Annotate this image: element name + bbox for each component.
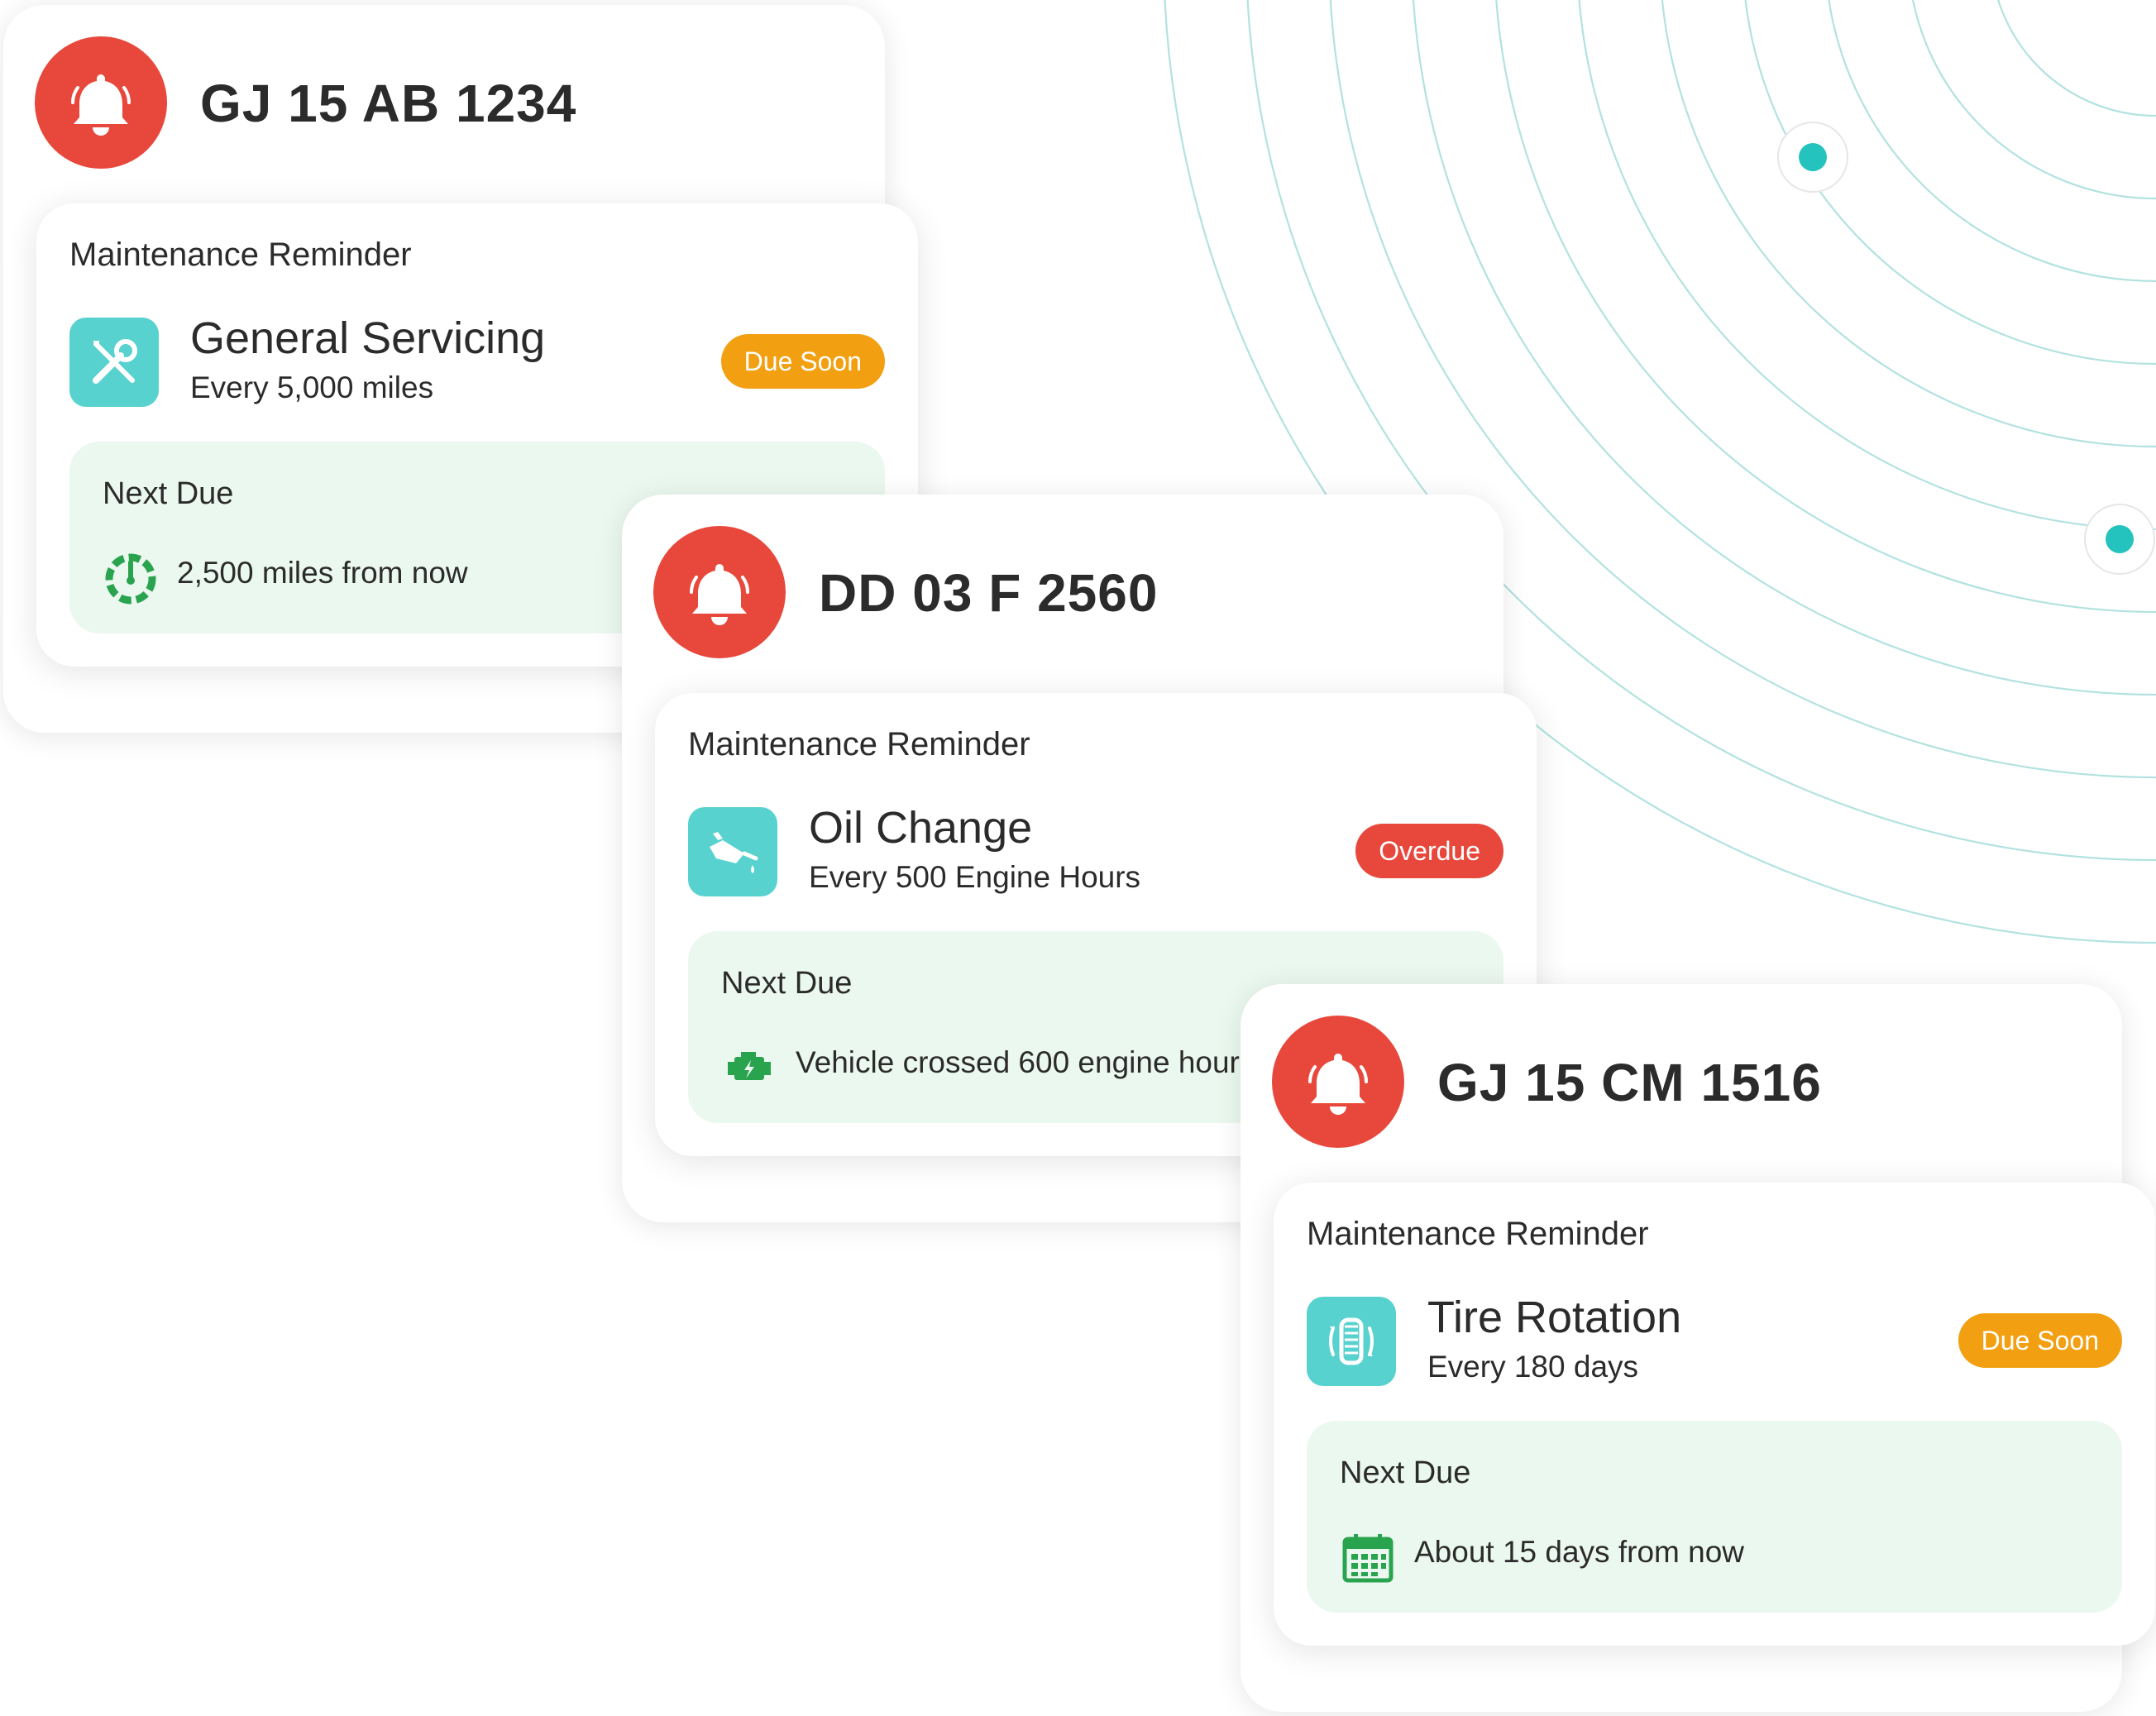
- section-label: Maintenance Reminder: [688, 726, 1030, 762]
- next-due-label: Next Due: [1340, 1455, 1471, 1490]
- oil-can-icon: [688, 807, 777, 896]
- speedometer-icon: [103, 551, 159, 607]
- status-badge: Due Soon: [720, 334, 885, 389]
- bell-icon: [653, 526, 786, 658]
- service-interval: Every 500 Engine Hours: [809, 860, 1141, 894]
- next-due-label: Next Due: [721, 966, 853, 1001]
- service-title: Oil Change: [809, 803, 1033, 853]
- engine-icon: [721, 1040, 777, 1097]
- service-interval: Every 5,000 miles: [190, 370, 434, 404]
- bell-icon: [1272, 1016, 1404, 1148]
- vehicle-card[interactable]: GJ 15 CM 1516 Maintenance Reminder Tire …: [1241, 984, 2155, 1712]
- orbit-dot: [2084, 504, 2155, 575]
- next-due-label: Next Due: [103, 476, 234, 511]
- next-due-value: Vehicle crossed 600 engine hours: [796, 1045, 1255, 1079]
- tire-rotation-icon: [1307, 1297, 1396, 1386]
- wrench-screwdriver-icon: [69, 318, 159, 407]
- service-title: Tire Rotation: [1427, 1293, 1682, 1342]
- license-plate: DD 03 F 2560: [819, 563, 1159, 623]
- maintenance-reminder-panel: Maintenance Reminder Tire Rotation Every…: [1274, 1183, 2155, 1646]
- license-plate: GJ 15 AB 1234: [200, 74, 577, 133]
- next-due-value: About 15 days from now: [1414, 1535, 1744, 1569]
- section-label: Maintenance Reminder: [1307, 1216, 1649, 1252]
- license-plate: GJ 15 CM 1516: [1437, 1053, 1822, 1112]
- bell-icon: [35, 36, 167, 169]
- service-title: General Servicing: [190, 313, 546, 363]
- section-label: Maintenance Reminder: [69, 237, 412, 273]
- status-badge: Due Soon: [1958, 1313, 2122, 1368]
- status-badge: Overdue: [1355, 824, 1503, 878]
- orbit-dot: [1777, 122, 1848, 193]
- next-due-value: 2,500 miles from now: [177, 556, 468, 590]
- calendar-icon: [1340, 1530, 1396, 1586]
- service-interval: Every 180 days: [1427, 1350, 1639, 1384]
- next-due-panel: Next Due About 15 days from now: [1307, 1421, 2122, 1613]
